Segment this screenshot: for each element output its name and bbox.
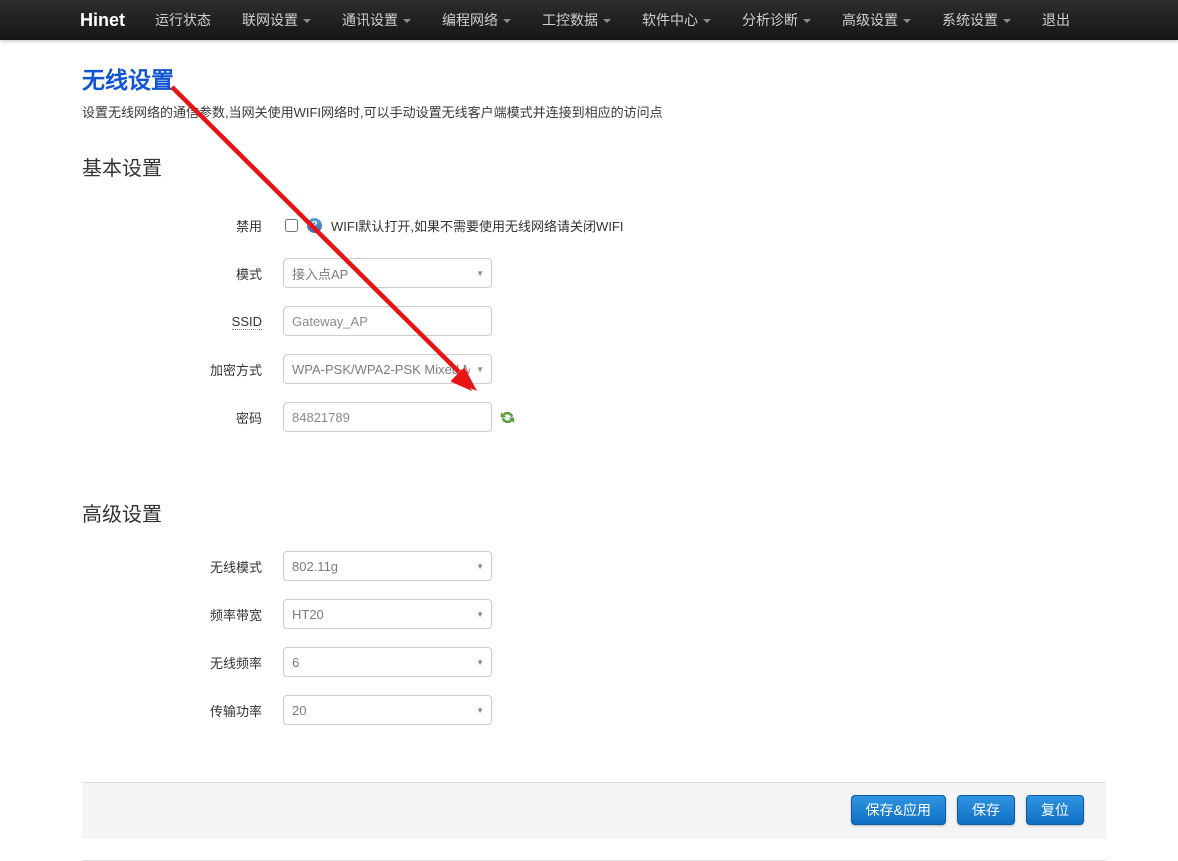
- page-description: 设置无线网络的通信参数,当网关使用WIFI网络时,可以手动设置无线客户端模式并连…: [82, 102, 1106, 121]
- section-heading-advanced: 高级设置: [82, 498, 1106, 527]
- nav-item-analysis-diagnosis[interactable]: 分析诊断: [734, 0, 819, 40]
- nav-item-running-status[interactable]: 运行状态: [147, 0, 219, 40]
- form-row-bandwidth: 频率带宽 HT20 ▼: [82, 599, 1106, 629]
- chevron-down-icon: [503, 19, 511, 23]
- nav-item-system-settings[interactable]: 系统设置: [934, 0, 1019, 40]
- encryption-select-value: WPA-PSK/WPA2-PSK Mixed Mode: [292, 362, 470, 377]
- field-label-wireless-mode: 无线模式: [82, 557, 262, 576]
- form-row-mode: 模式 接入点AP ▼: [82, 258, 1106, 288]
- nav-item-label: 编程网络: [442, 12, 498, 28]
- nav-item-advanced-settings[interactable]: 高级设置: [834, 0, 919, 40]
- nav-item-comm-settings[interactable]: 通讯设置: [334, 0, 419, 40]
- chevron-down-icon: [403, 19, 411, 23]
- disable-wifi-checkbox[interactable]: [285, 219, 298, 232]
- field-label-encryption: 加密方式: [82, 360, 262, 379]
- password-input[interactable]: [283, 402, 492, 432]
- save-button[interactable]: 保存: [957, 795, 1015, 825]
- nav-item-logout[interactable]: 退出: [1034, 0, 1078, 40]
- field-label-channel: 无线频率: [82, 653, 262, 672]
- chevron-down-icon: [903, 19, 911, 23]
- channel-select[interactable]: 6 ▼: [283, 647, 492, 677]
- chevron-down-icon: ▼: [476, 269, 484, 278]
- reset-button[interactable]: 复位: [1026, 795, 1084, 825]
- field-label-disable: 禁用: [82, 216, 262, 235]
- mode-select[interactable]: 接入点AP ▼: [283, 258, 492, 288]
- bandwidth-select[interactable]: HT20 ▼: [283, 599, 492, 629]
- nav-item-label: 联网设置: [242, 12, 298, 28]
- nav-item-programming-network[interactable]: 编程网络: [434, 0, 519, 40]
- field-label-ssid: SSID: [82, 314, 262, 329]
- tx-power-select-value: 20: [292, 703, 470, 718]
- channel-select-value: 6: [292, 655, 470, 670]
- form-row-tx-power: 传输功率 20 ▼: [82, 695, 1106, 725]
- field-label-tx-power: 传输功率: [82, 701, 262, 720]
- field-label-bandwidth: 频率带宽: [82, 605, 262, 624]
- bandwidth-select-value: HT20: [292, 607, 470, 622]
- form-row-ssid: SSID: [82, 306, 1106, 336]
- form-row-disable: 禁用 ? WIFI默认打开,如果不需要使用无线网络请关闭WIFI: [82, 210, 1106, 240]
- chevron-down-icon: ▼: [476, 706, 484, 715]
- chevron-down-icon: [703, 19, 711, 23]
- nav-item-software-center[interactable]: 软件中心: [634, 0, 719, 40]
- wireless-mode-select-value: 802.11g: [292, 559, 470, 574]
- nav-item-label: 分析诊断: [742, 12, 798, 28]
- nav-item-network-settings[interactable]: 联网设置: [234, 0, 319, 40]
- nav-item-label: 软件中心: [642, 12, 698, 28]
- chevron-down-icon: ▼: [476, 365, 484, 374]
- field-label-mode: 模式: [82, 264, 262, 283]
- chevron-down-icon: [303, 19, 311, 23]
- chevron-down-icon: ▼: [476, 658, 484, 667]
- help-icon: ?: [307, 218, 322, 233]
- nav-item-label: 运行状态: [155, 12, 211, 28]
- section-heading-basic: 基本设置: [82, 152, 1106, 181]
- chevron-down-icon: [1003, 19, 1011, 23]
- ssid-input[interactable]: [283, 306, 492, 336]
- nav-item-label: 退出: [1042, 12, 1070, 28]
- chevron-down-icon: [803, 19, 811, 23]
- chevron-down-icon: ▼: [476, 562, 484, 571]
- form-row-wireless-mode: 无线模式 802.11g ▼: [82, 551, 1106, 581]
- save-apply-button[interactable]: 保存&应用: [851, 795, 946, 825]
- main-content: 无线设置 设置无线网络的通信参数,当网关使用WIFI网络时,可以手动设置无线客户…: [0, 61, 1178, 861]
- disable-hint-text: WIFI默认打开,如果不需要使用无线网络请关闭WIFI: [331, 216, 623, 235]
- chevron-down-icon: [603, 19, 611, 23]
- tx-power-select[interactable]: 20 ▼: [283, 695, 492, 725]
- form-row-encryption: 加密方式 WPA-PSK/WPA2-PSK Mixed Mode ▼: [82, 354, 1106, 384]
- page-title: 无线设置: [82, 61, 1106, 95]
- form-row-password: 密码: [82, 402, 1106, 432]
- refresh-password-icon[interactable]: [500, 410, 515, 425]
- form-row-channel: 无线频率 6 ▼: [82, 647, 1106, 677]
- nav-item-label: 高级设置: [842, 12, 898, 28]
- nav-item-label: 系统设置: [942, 12, 998, 28]
- wireless-mode-select[interactable]: 802.11g ▼: [283, 551, 492, 581]
- nav-item-industrial-data[interactable]: 工控数据: [534, 0, 619, 40]
- top-navbar: Hinet 运行状态 联网设置 通讯设置 编程网络 工控数据 软件中心 分析诊断…: [0, 0, 1178, 40]
- chevron-down-icon: ▼: [476, 610, 484, 619]
- brand-logo[interactable]: Hinet: [80, 10, 125, 31]
- nav-item-label: 工控数据: [542, 12, 598, 28]
- ssid-label-text: SSID: [232, 314, 262, 330]
- encryption-select[interactable]: WPA-PSK/WPA2-PSK Mixed Mode ▼: [283, 354, 492, 384]
- nav-item-label: 通讯设置: [342, 12, 398, 28]
- mode-select-value: 接入点AP: [292, 264, 470, 283]
- actions-panel: 保存&应用 保存 复位: [82, 782, 1106, 838]
- field-label-password: 密码: [82, 408, 262, 427]
